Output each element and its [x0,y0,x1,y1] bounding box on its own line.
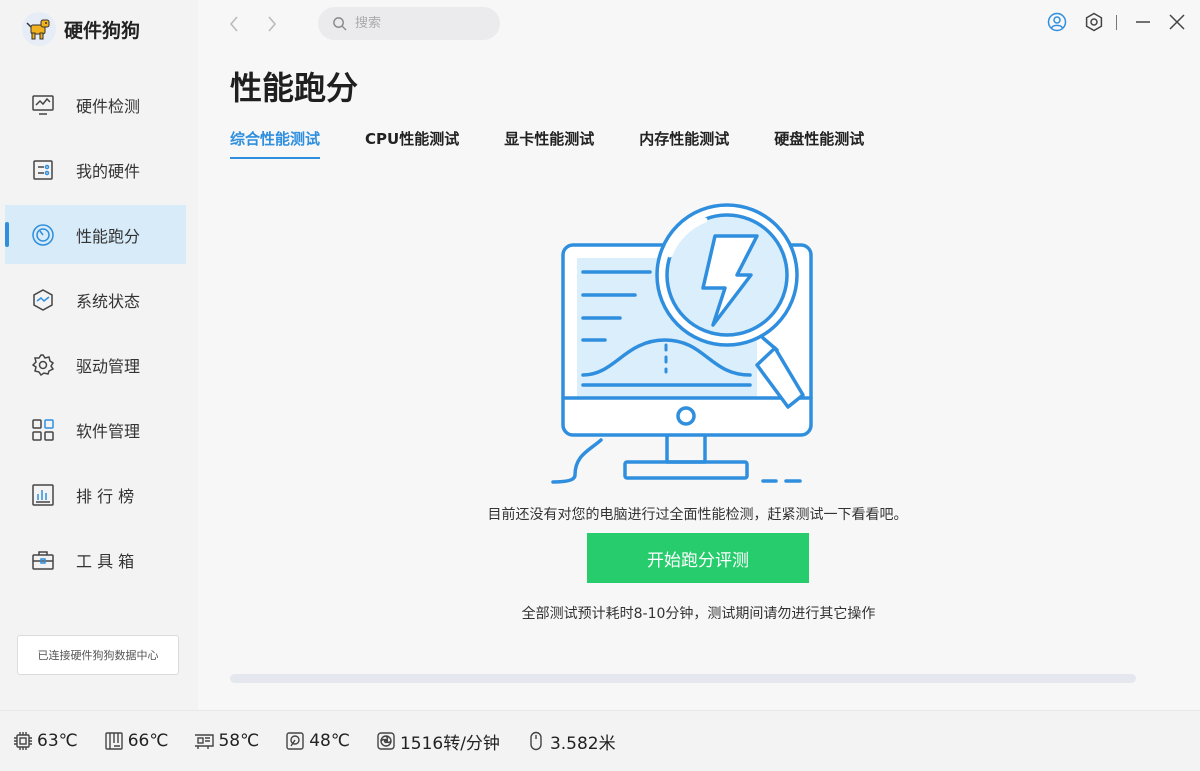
stat-value: 3.582米 [549,733,616,754]
benchmark-progress-bar [230,674,1136,683]
dog-logo-icon [22,12,56,46]
sidebar-item-label: 硬件检测 [76,96,141,116]
stat-value: 48℃ [309,731,350,751]
chevron-right-icon [268,16,277,32]
settings-button[interactable] [1082,10,1106,34]
search-input[interactable] [355,16,485,31]
user-icon [1047,12,1067,32]
sidebar-item-software-management[interactable]: 软件管理 [5,400,186,459]
sidebar-item-toolbox[interactable]: 工 具 箱 [5,530,186,589]
gear-icon [1085,12,1103,32]
sidebar-item-label: 排 行 榜 [76,486,135,506]
close-button[interactable] [1165,10,1189,34]
toolbox-icon [30,547,56,573]
data-center-connection-status[interactable]: 已连接硬件狗狗数据中心 [17,635,179,675]
app-name: 硬件狗狗 [64,19,141,42]
sidebar-item-my-hardware[interactable]: 我的硬件 [5,140,186,199]
stat-value: 1516转/分钟 [399,733,500,754]
tab-gpu-test[interactable]: 显卡性能测试 [504,128,594,157]
disk-icon [284,730,306,752]
mouse-distance: 3.582米 [525,729,616,754]
minimize-button[interactable] [1131,10,1155,34]
user-account-button[interactable] [1045,10,1069,34]
mouse-icon [525,730,547,752]
cpu-temperature: 63℃ [12,730,78,752]
benchmark-empty-message: 目前还没有对您的电脑进行过全面性能检测，赶紧测试一下看看吧。 [487,507,908,523]
stat-value: 58℃ [218,731,260,751]
speedometer-icon [30,222,56,248]
hardware-chip-icon [30,157,56,183]
gpu-temperature: 58℃ [193,730,259,752]
app-logo: 硬件狗狗 [22,12,140,46]
minimize-icon [1136,21,1150,23]
sidebar-item-system-status[interactable]: 系统状态 [5,270,186,329]
sidebar-item-benchmark[interactable]: 性能跑分 [5,205,186,264]
cpu-icon [12,730,34,752]
disk-temperature: 48℃ [284,730,350,752]
hardware-status-bar: 63℃ 66℃ 58℃ 48℃ 1516转/分钟 3.582米 [0,710,1200,771]
sidebar-item-driver-management[interactable]: 驱动管理 [5,335,186,394]
window-controls-divider [1116,15,1117,30]
system-status-icon [30,287,56,313]
monitor-wave-icon [30,92,56,118]
sidebar-item-label: 我的硬件 [76,161,141,181]
motherboard-temperature: 66℃ [103,730,169,752]
sidebar-item-label: 驱动管理 [76,356,141,376]
motherboard-icon [103,730,125,752]
tab-cpu-test[interactable]: CPU性能测试 [365,128,459,157]
tab-overall-test[interactable]: 综合性能测试 [230,128,321,159]
forward-button[interactable] [260,10,284,38]
gear-icon [30,352,56,378]
stat-value: 66℃ [127,731,169,751]
benchmark-duration-hint: 全部测试预计耗时8-10分钟，测试期间请勿进行其它操作 [521,606,876,622]
tab-memory-test[interactable]: 内存性能测试 [639,128,729,157]
benchmark-illustration [551,203,813,484]
benchmark-tabs: 综合性能测试 CPU性能测试 显卡性能测试 内存性能测试 硬盘性能测试 [230,128,909,159]
app-grid-icon [30,417,56,443]
sidebar-item-label: 性能跑分 [76,226,141,246]
chevron-left-icon [229,16,238,32]
sidebar-item-hardware-check[interactable]: 硬件检测 [5,75,186,134]
gpu-icon [193,730,215,752]
fan-speed: 1516转/分钟 [375,729,500,754]
sidebar-item-label: 系统状态 [76,291,141,311]
tab-disk-test[interactable]: 硬盘性能测试 [774,128,864,157]
sidebar-item-label: 软件管理 [76,421,141,441]
close-icon [1169,14,1185,30]
page-title: 性能跑分 [230,69,359,107]
stat-value: 63℃ [37,731,78,751]
search-box[interactable] [318,7,500,40]
sidebar-item-label: 工 具 箱 [76,551,135,571]
search-icon [333,17,347,31]
back-button[interactable] [222,10,246,38]
start-benchmark-button[interactable]: 开始跑分评测 [587,533,809,583]
fan-icon [375,730,397,752]
